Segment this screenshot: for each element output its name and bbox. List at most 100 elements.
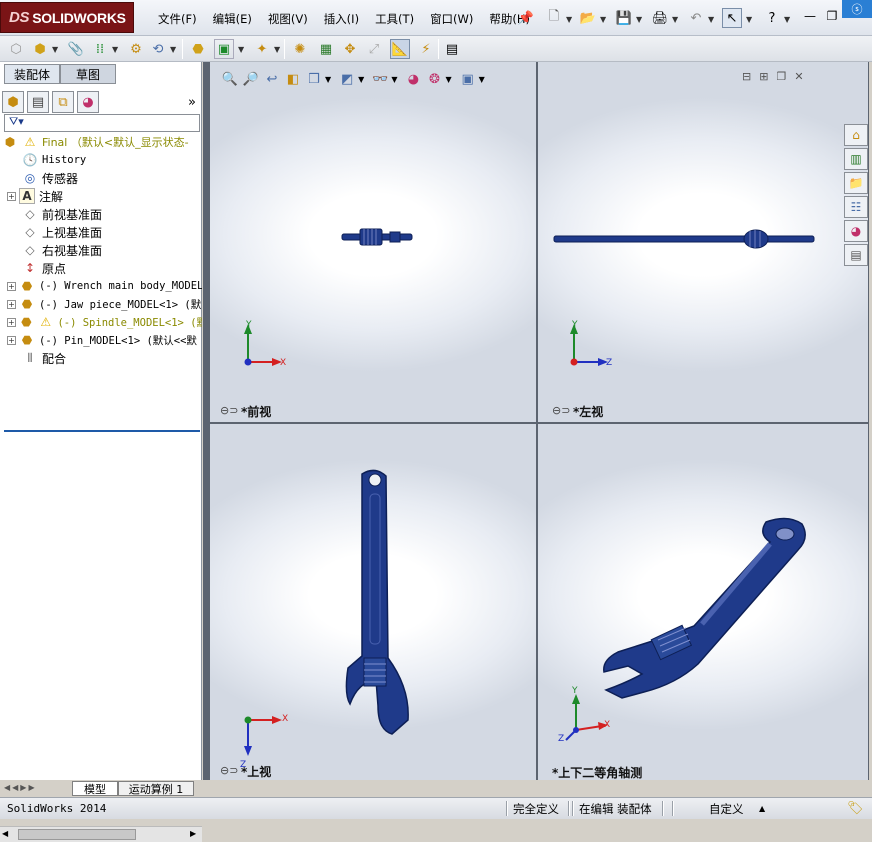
restore-icon[interactable]: ❐: [822, 6, 842, 26]
select-pointer-icon[interactable]: ↖: [722, 8, 742, 28]
display-manager-icon[interactable]: ◕: [77, 91, 99, 113]
chevron-down-icon[interactable]: ▼: [784, 15, 790, 24]
tree-item-sensors[interactable]: ◎ 传感器: [22, 169, 222, 187]
expand-icon[interactable]: +: [7, 335, 16, 345]
property-manager-icon[interactable]: ▤: [27, 91, 49, 113]
assembly-features-icon[interactable]: ▣: [214, 39, 234, 59]
hide-show-items-icon[interactable]: 👓: [370, 69, 390, 89]
chevron-down-icon[interactable]: ▼: [566, 15, 572, 24]
viewport-top[interactable]: X Z ⊖⊃ *上视: [210, 424, 536, 780]
menu-edit[interactable]: 编辑(E): [205, 9, 260, 29]
tree-item-origin[interactable]: ↕ 原点: [22, 259, 222, 277]
tab-model[interactable]: 模型: [72, 781, 118, 796]
rollback-bar[interactable]: [4, 430, 200, 432]
chevron-down-icon[interactable]: ▼: [238, 45, 244, 54]
tree-item-wrench-main-body[interactable]: + ⬣ (-) Wrench main body_MODEL: [7, 277, 207, 295]
instant3d-icon[interactable]: 📐: [390, 39, 410, 59]
appearances-icon[interactable]: ◕: [844, 220, 868, 242]
chevron-down-icon[interactable]: ▼: [112, 45, 118, 54]
scroll-left-icon[interactable]: ◀: [2, 829, 8, 838]
previous-view-icon[interactable]: ↩: [262, 69, 282, 89]
chevron-down-icon[interactable]: ▼: [325, 75, 331, 84]
view-link-icon[interactable]: ⊖⊃: [220, 404, 238, 417]
view-link-icon[interactable]: ⊖⊃: [552, 404, 570, 417]
chevron-down-icon[interactable]: ▼: [479, 75, 485, 84]
file-explorer-icon[interactable]: 📁: [844, 172, 868, 194]
linear-pattern-icon[interactable]: ⁞⁞: [90, 39, 110, 59]
undo-icon[interactable]: ↶: [686, 8, 706, 28]
chevron-down-icon[interactable]: ▼: [445, 75, 451, 84]
apply-scene-icon[interactable]: ❂: [424, 69, 444, 89]
units-up-icon[interactable]: ▲: [756, 800, 768, 817]
tree-item-history[interactable]: 🕓 History: [22, 151, 222, 169]
tab-sketch[interactable]: 草图: [60, 64, 116, 84]
view-settings-icon[interactable]: ▣: [458, 69, 478, 89]
tree-item-mates[interactable]: ⫴ 配合: [22, 349, 222, 367]
mate-paperclip-icon[interactable]: 📎: [66, 39, 86, 59]
chevron-down-icon[interactable]: ▼: [672, 15, 678, 24]
expand-icon[interactable]: +: [7, 281, 16, 291]
viewport-front[interactable]: Y X ⊖⊃ *前视: [210, 62, 536, 422]
section-view-icon[interactable]: ◧: [283, 69, 303, 89]
show-hidden-icon[interactable]: ⬣: [188, 39, 208, 59]
menu-view[interactable]: 视图(V): [260, 9, 316, 29]
tree-filter-input[interactable]: ⛛▾: [4, 114, 200, 132]
new-motion-study-icon[interactable]: ✺: [290, 39, 310, 59]
view-orientation-icon[interactable]: ❒: [304, 69, 324, 89]
explode-line-icon[interactable]: ⤢: [364, 39, 384, 59]
take-snapshot-icon[interactable]: ▤: [442, 39, 462, 59]
viewport-restore-icon[interactable]: ❐: [776, 70, 786, 83]
tree-item-annotations[interactable]: + A 注解: [7, 187, 207, 205]
feature-manager-icon[interactable]: ⬢: [2, 91, 24, 113]
pin-icon[interactable]: 📌: [516, 8, 536, 28]
configuration-manager-icon[interactable]: ⧉: [52, 91, 74, 113]
zoom-to-fit-icon[interactable]: 🔍: [220, 69, 240, 89]
chevron-down-icon[interactable]: ▼: [274, 45, 280, 54]
smart-fastener-icon[interactable]: ⚙: [126, 39, 146, 59]
expand-icon[interactable]: +: [7, 299, 16, 309]
menu-file[interactable]: 文件(F): [150, 9, 205, 29]
new-document-icon[interactable]: 🗋: [544, 8, 564, 28]
move-component-icon[interactable]: ⟲: [148, 39, 168, 59]
minimize-icon[interactable]: —: [800, 6, 820, 26]
viewport-close-icon[interactable]: ✕: [794, 70, 803, 83]
single-view-icon[interactable]: ⊟: [742, 70, 751, 83]
tree-item-right-plane[interactable]: ◇ 右视基准面: [22, 241, 222, 259]
chevron-down-icon[interactable]: ▼: [52, 45, 58, 54]
two-view-icon[interactable]: ⊞: [759, 70, 768, 83]
tree-item-spindle[interactable]: + ⬣ ⚠ (-) Spindle_MODEL<1> (默: [7, 313, 207, 331]
chevron-down-icon[interactable]: ▼: [708, 15, 714, 24]
menu-insert[interactable]: 插入(I): [316, 9, 367, 29]
tree-item-jaw-piece[interactable]: + ⬣ (-) Jaw piece_MODEL<1> (默: [7, 295, 207, 313]
edit-appearance-icon[interactable]: ◕: [403, 69, 423, 89]
viewport-isometric[interactable]: Y X Z *上下二等角轴测: [538, 424, 868, 780]
graphics-area[interactable]: Y X ⊖⊃ *前视 ⊟ ⊞ ❐ ✕ Y Z ⊖⊃ *左视 X Z ⊖⊃ *上视…: [203, 62, 869, 780]
expand-chevron-icon[interactable]: »: [188, 95, 196, 110]
chevron-down-icon[interactable]: ▼: [170, 45, 176, 54]
solidworks-logo[interactable]: DS SOLIDWORKS: [0, 2, 134, 33]
menu-window[interactable]: 窗口(W): [422, 9, 481, 29]
tab-nav-arrows-icon[interactable]: ◀◀▶▶: [4, 783, 37, 792]
tab-assembly[interactable]: 装配体: [4, 64, 60, 84]
chevron-down-icon[interactable]: ▼: [391, 75, 397, 84]
chevron-down-icon[interactable]: ▼: [746, 15, 752, 24]
tree-item-top-plane[interactable]: ◇ 上视基准面: [22, 223, 222, 241]
open-folder-icon[interactable]: 📂: [578, 8, 598, 28]
chevron-down-icon[interactable]: ▼: [600, 15, 606, 24]
chevron-down-icon[interactable]: ▼: [636, 15, 642, 24]
assembly-grey-icon[interactable]: ⬡: [6, 39, 26, 59]
exploded-view-icon[interactable]: ✥: [340, 39, 360, 59]
scroll-right-icon[interactable]: ▶: [190, 829, 196, 838]
bill-of-materials-icon[interactable]: ▦: [316, 39, 336, 59]
tab-motion-study[interactable]: 运动算例 1: [118, 781, 194, 796]
tree-item-pin[interactable]: + ⬣ (-) Pin_MODEL<1> (默认<<默: [7, 331, 207, 349]
viewport-left[interactable]: ⊟ ⊞ ❐ ✕ Y Z ⊖⊃ *左视: [538, 62, 868, 422]
insert-component-icon[interactable]: ⬢: [30, 39, 50, 59]
chevron-down-icon[interactable]: ▼: [358, 75, 364, 84]
rebuild-tag-icon[interactable]: 🏷: [844, 800, 867, 817]
display-style-icon[interactable]: ◩: [337, 69, 357, 89]
zoom-to-area-icon[interactable]: 🔎: [241, 69, 261, 89]
reference-geometry-icon[interactable]: ✦: [252, 39, 272, 59]
horizontal-scrollbar[interactable]: ◀ ▶: [0, 826, 202, 842]
expand-icon[interactable]: +: [7, 191, 16, 201]
